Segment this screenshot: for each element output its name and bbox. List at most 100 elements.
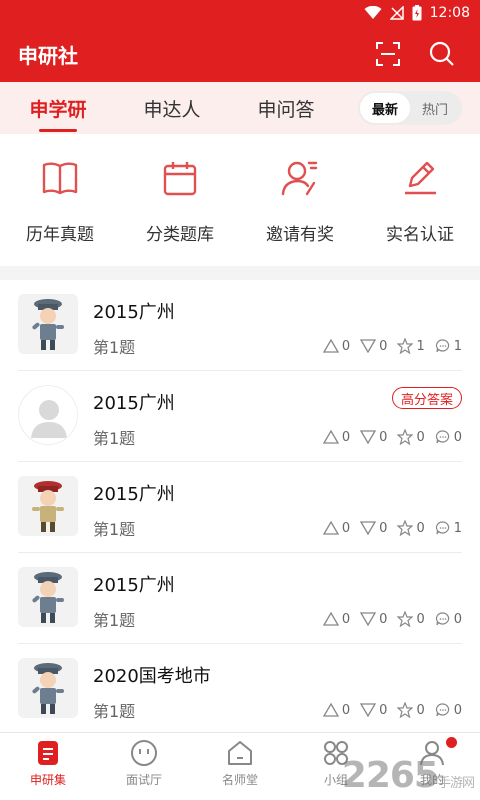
search-button[interactable] bbox=[422, 34, 462, 74]
favorite-count: 1 bbox=[416, 338, 425, 354]
quick-past-exams[interactable]: 历年真题 bbox=[0, 134, 120, 266]
item-title: 2015广州 bbox=[93, 302, 175, 323]
list-item[interactable]: 2020国考地市 第1题 0 0 0 0 bbox=[18, 644, 462, 732]
status-time: 12:08 bbox=[429, 5, 470, 21]
sort-hot-button[interactable]: 热门 bbox=[410, 93, 460, 123]
favorite-button[interactable]: 0 bbox=[397, 429, 425, 445]
downvote-count: 0 bbox=[379, 611, 388, 627]
down-triangle-icon bbox=[360, 339, 377, 353]
category-tabs: 申学研 申达人 申问答 最新 热门 bbox=[0, 82, 480, 134]
comment-count: 0 bbox=[453, 611, 462, 627]
high-score-badge: 高分答案 bbox=[391, 387, 462, 409]
downvote-count: 0 bbox=[379, 338, 388, 354]
upvote-button[interactable]: 0 bbox=[322, 702, 350, 718]
item-title: 2015广州 bbox=[93, 575, 175, 596]
notification-dot bbox=[446, 737, 457, 748]
quick-question-bank[interactable]: 分类题库 bbox=[120, 134, 240, 266]
star-icon bbox=[397, 429, 414, 445]
downvote-button[interactable]: 0 bbox=[360, 429, 387, 445]
upvote-button[interactable]: 0 bbox=[322, 338, 350, 354]
favorite-count: 0 bbox=[416, 702, 425, 718]
comment-button[interactable]: 0 bbox=[435, 611, 462, 627]
officer-avatar-red bbox=[18, 476, 78, 536]
downvote-count: 0 bbox=[379, 702, 388, 718]
item-subtitle: 第1题 bbox=[93, 338, 136, 357]
quick-label: 邀请有奖 bbox=[266, 225, 334, 245]
face-icon bbox=[131, 740, 157, 766]
tab-shendaren[interactable]: 申达人 bbox=[134, 82, 210, 134]
comment-button[interactable]: 1 bbox=[435, 520, 462, 536]
list-item[interactable]: 2015广州 第1题 0 0 1 1 bbox=[18, 280, 462, 371]
favorite-button[interactable]: 0 bbox=[397, 702, 425, 718]
comment-button[interactable]: 1 bbox=[435, 338, 462, 354]
favorite-button[interactable]: 1 bbox=[397, 338, 425, 354]
tab-label: 申达人 bbox=[143, 98, 201, 121]
watermark-brand: 2265 bbox=[341, 755, 439, 796]
nav-label: 面试厅 bbox=[125, 773, 162, 787]
up-triangle-icon bbox=[322, 703, 339, 717]
comment-count: 0 bbox=[453, 429, 462, 445]
list-item[interactable]: 2015广州 第1题 0 0 0 0 bbox=[18, 553, 462, 644]
item-subtitle: 第1题 bbox=[93, 520, 136, 539]
comment-icon bbox=[435, 430, 449, 444]
tab-shenwenda[interactable]: 申问答 bbox=[248, 82, 324, 134]
tab-shenxueyan[interactable]: 申学研 bbox=[20, 82, 96, 134]
comment-count: 1 bbox=[453, 338, 462, 354]
upvote-button[interactable]: 0 bbox=[322, 429, 351, 445]
home-icon bbox=[228, 741, 252, 765]
upvote-button[interactable]: 0 bbox=[322, 520, 351, 536]
down-triangle-icon bbox=[360, 612, 377, 626]
search-icon bbox=[429, 41, 454, 66]
scan-button[interactable] bbox=[368, 34, 408, 74]
item-stats: 0 0 1 1 bbox=[322, 338, 462, 354]
item-subtitle: 第1题 bbox=[93, 611, 136, 630]
upvote-count: 0 bbox=[341, 520, 351, 536]
sort-latest-button[interactable]: 最新 bbox=[360, 93, 410, 123]
book-icon bbox=[42, 162, 78, 195]
downvote-button[interactable]: 0 bbox=[360, 702, 387, 718]
scan-icon bbox=[376, 42, 400, 66]
downvote-count: 0 bbox=[379, 429, 388, 445]
comment-button[interactable]: 0 bbox=[435, 702, 462, 718]
comment-button[interactable]: 0 bbox=[435, 429, 462, 445]
nav-label: 申研集 bbox=[29, 773, 66, 787]
down-triangle-icon bbox=[360, 430, 377, 444]
upvote-count: 0 bbox=[341, 429, 351, 445]
favorite-button[interactable]: 0 bbox=[397, 520, 425, 536]
no-signal-icon bbox=[389, 6, 404, 20]
upvote-button[interactable]: 0 bbox=[322, 611, 350, 627]
section-divider bbox=[0, 266, 480, 280]
nav-teachers[interactable]: 名师堂 bbox=[192, 733, 288, 800]
app-title: 申研社 bbox=[18, 43, 78, 68]
comment-icon bbox=[435, 612, 449, 626]
downvote-button[interactable]: 0 bbox=[360, 520, 387, 536]
downvote-button[interactable]: 0 bbox=[360, 338, 387, 354]
favorite-count: 0 bbox=[416, 429, 425, 445]
invite-user-icon bbox=[281, 161, 318, 196]
calendar-icon bbox=[163, 162, 197, 196]
item-title: 2015广州 bbox=[93, 393, 175, 414]
item-subtitle: 第1题 bbox=[93, 702, 136, 721]
quick-invite[interactable]: 邀请有奖 bbox=[240, 134, 360, 266]
sort-toggle: 最新 热门 bbox=[358, 91, 462, 125]
list-item[interactable]: 2015广州 高分答案 第1题 0 0 0 0 bbox=[18, 371, 462, 462]
down-triangle-icon bbox=[360, 521, 377, 535]
star-icon bbox=[397, 520, 414, 536]
quick-entries: 历年真题 分类题库 邀请有奖 实名认证 bbox=[0, 134, 480, 266]
comment-icon bbox=[435, 521, 449, 535]
nav-interview[interactable]: 面试厅 bbox=[96, 733, 192, 800]
star-icon bbox=[397, 702, 414, 718]
item-stats: 0 0 0 0 bbox=[322, 429, 462, 445]
favorite-button[interactable]: 0 bbox=[397, 611, 425, 627]
list-item[interactable]: 2015广州 第1题 0 0 0 1 bbox=[18, 462, 462, 553]
comment-icon bbox=[435, 339, 449, 353]
nav-shenyanji[interactable]: 申研集 bbox=[0, 733, 96, 800]
quick-verify[interactable]: 实名认证 bbox=[360, 134, 480, 266]
tab-label: 申问答 bbox=[257, 98, 315, 121]
item-subtitle: 第1题 bbox=[93, 429, 136, 448]
quick-label: 历年真题 bbox=[26, 225, 94, 245]
tab-label: 申学研 bbox=[29, 98, 87, 121]
star-icon bbox=[397, 338, 414, 354]
officer-avatar bbox=[18, 294, 78, 354]
downvote-button[interactable]: 0 bbox=[360, 611, 387, 627]
